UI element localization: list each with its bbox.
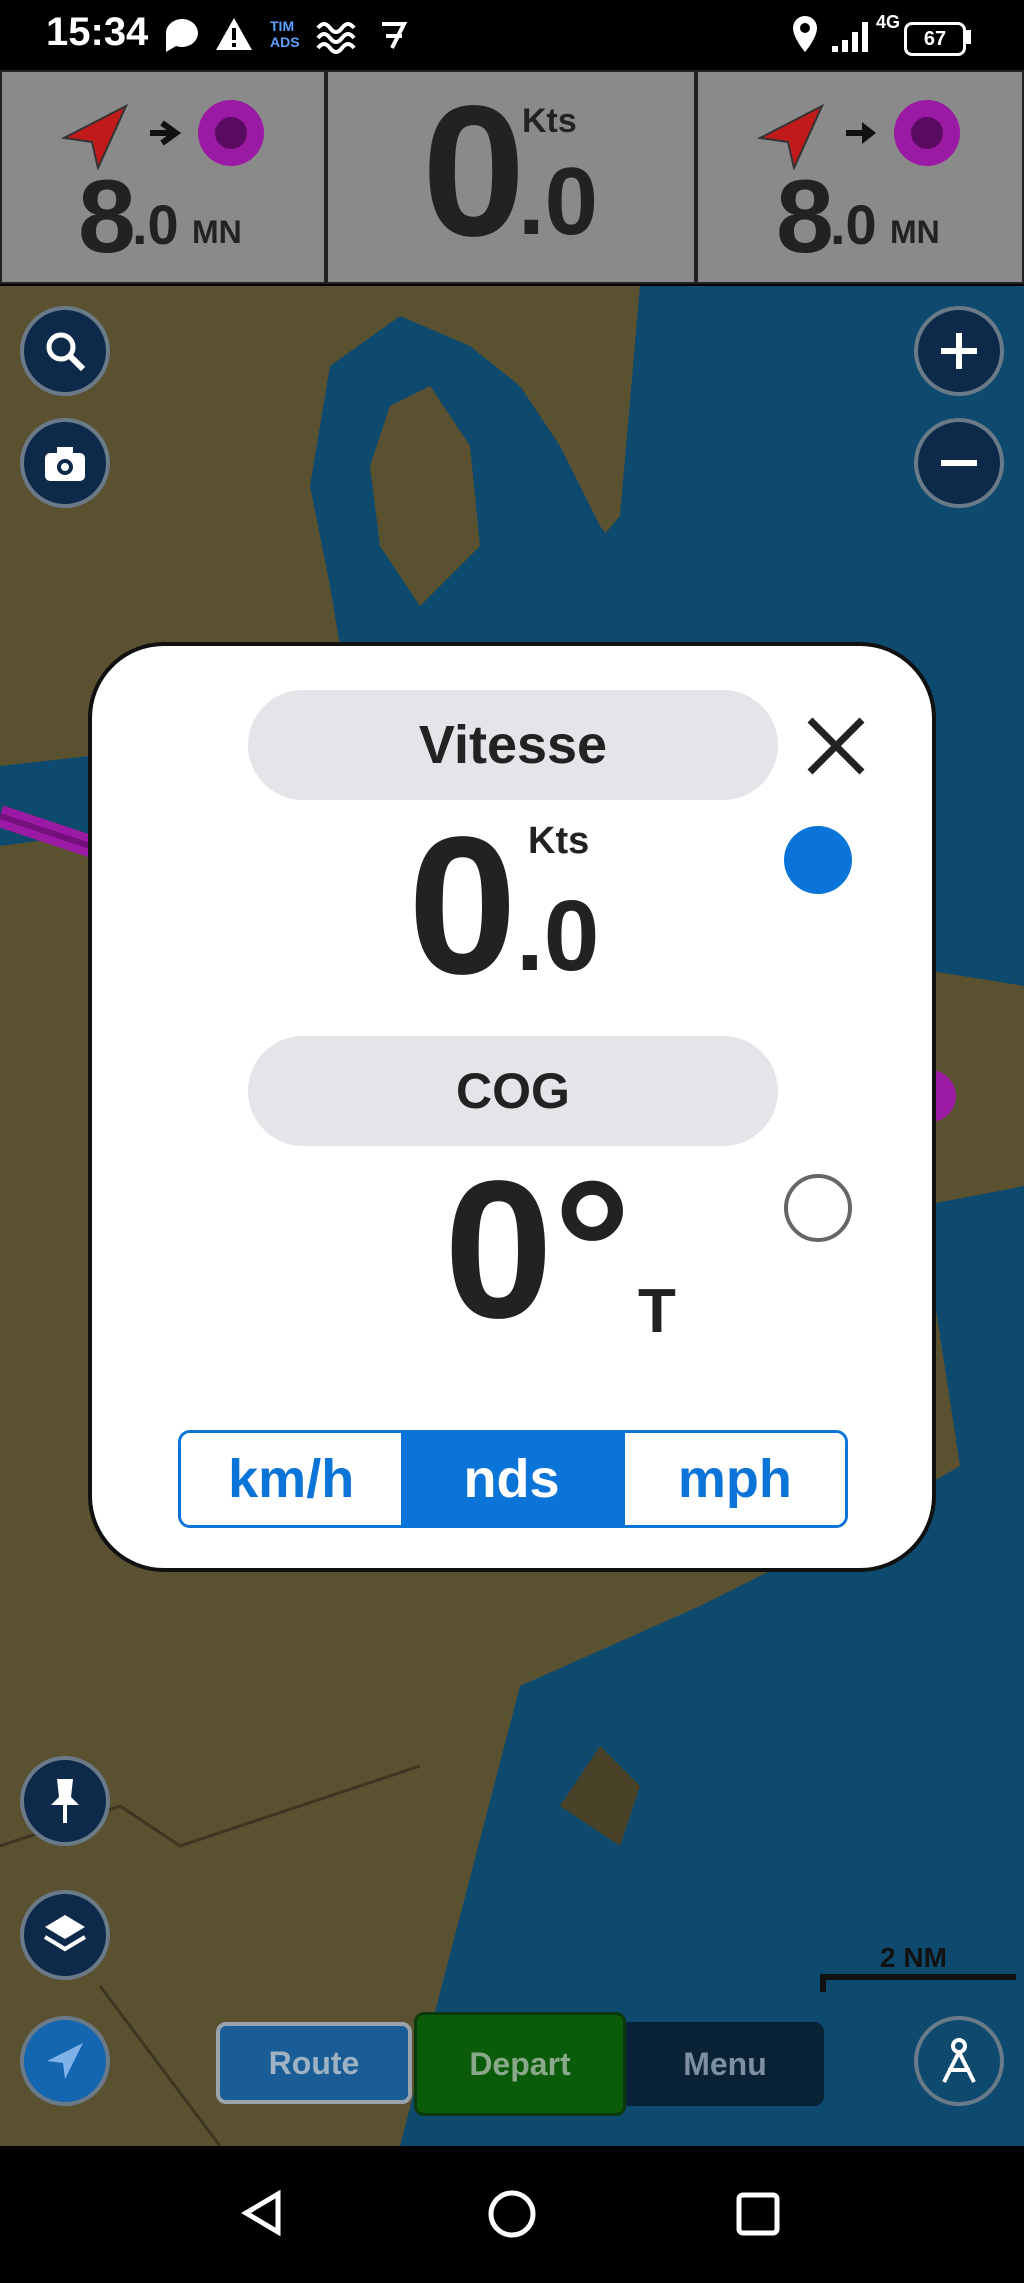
back-icon[interactable] [238, 2188, 288, 2238]
zoom-in-button[interactable] [914, 306, 1004, 396]
unit-nds-button[interactable]: nds [401, 1433, 622, 1525]
compass-icon [942, 2038, 976, 2083]
battery-icon: 67 [904, 22, 966, 56]
dialog-speed-dec: .0 [516, 880, 600, 992]
arrow-right-icon [846, 122, 876, 144]
recents-icon[interactable] [734, 2190, 782, 2238]
status-time: 15:34 [46, 10, 149, 54]
distance-right-dec: .0 [830, 193, 877, 256]
distance-left-unit: MN [192, 214, 242, 250]
chat-icon [165, 19, 198, 52]
camera-button[interactable] [20, 418, 110, 508]
battery-tip [966, 30, 971, 44]
unit-kmh-button[interactable]: km/h [181, 1433, 402, 1525]
warning-icon [216, 18, 252, 50]
distance-right-unit: MN [890, 214, 940, 250]
search-icon [46, 332, 86, 372]
distance-left-dec: .0 [132, 193, 179, 256]
instrument-bar: 8 .0 MN 0 .0 Kts 8 .0 MN [0, 70, 1024, 286]
scale-label: 2 NM [880, 1942, 947, 1973]
scale-bar: 2 NM [820, 1942, 1016, 1992]
carrier-label: TIM ADS [270, 18, 300, 50]
sea-state-icon [316, 22, 356, 54]
scale-line [820, 1974, 1016, 1980]
zoom-out-button[interactable] [914, 418, 1004, 508]
distance-right-panel[interactable]: 8 .0 MN [696, 70, 1024, 284]
dialog-cog-value: 0° [444, 1140, 632, 1359]
search-button[interactable] [20, 306, 110, 396]
distance-right-int: 8 [776, 159, 834, 275]
navigation-arrow-icon [47, 2043, 83, 2079]
unit-selector: km/h nds mph [178, 1430, 848, 1528]
cog-title-pill[interactable]: COG [248, 1036, 778, 1146]
app-notification-icon [382, 22, 408, 49]
cog-radio-unselected[interactable] [784, 1174, 852, 1242]
system-nav-bar [0, 2146, 1024, 2283]
dialog-cog-ref: T [638, 1277, 676, 1346]
arrow-right-icon [150, 120, 182, 146]
minus-icon [941, 460, 977, 466]
plus-icon [941, 333, 977, 369]
speed-top-dec: .0 [518, 148, 599, 255]
compass-button[interactable] [914, 2016, 1004, 2106]
locate-button[interactable] [20, 2016, 110, 2106]
camera-icon [45, 447, 85, 481]
pin-icon [51, 1779, 79, 1823]
distance-left-panel[interactable]: 8 .0 MN [0, 70, 326, 284]
network-type: 4G [876, 12, 901, 32]
depart-button[interactable]: Depart [414, 2012, 626, 2116]
home-icon[interactable] [486, 2188, 538, 2240]
signal-icon [832, 22, 868, 52]
status-bar: 15:34 TIM ADS 4G 67 [0, 0, 1024, 70]
location-icon [793, 16, 817, 52]
pin-button[interactable] [20, 1756, 110, 1846]
speed-top-int: 0 [422, 68, 526, 275]
close-icon[interactable] [804, 714, 868, 778]
unit-mph-button[interactable]: mph [621, 1433, 845, 1525]
speed-radio-selected[interactable] [784, 826, 852, 894]
dialog-speed-unit: Kts [528, 820, 590, 862]
scale-tick [820, 1974, 826, 1992]
speed-top-unit: Kts [522, 102, 577, 140]
layers-icon [43, 1915, 87, 1952]
speed-title-pill[interactable]: Vitesse [248, 690, 778, 800]
waypoint-icon [894, 100, 960, 166]
route-button[interactable]: Route [216, 2022, 412, 2104]
layers-button[interactable] [20, 1890, 110, 1980]
dialog-speed-int: 0 [408, 796, 518, 1015]
menu-button[interactable]: Menu [626, 2022, 824, 2106]
speed-center-panel[interactable]: 0 .0 Kts [326, 70, 696, 284]
waypoint-icon [198, 100, 264, 166]
speed-settings-dialog: Vitesse 0 Kts .0 COG 0° T km/h nds mph [88, 642, 936, 1572]
distance-left-int: 8 [78, 159, 136, 275]
